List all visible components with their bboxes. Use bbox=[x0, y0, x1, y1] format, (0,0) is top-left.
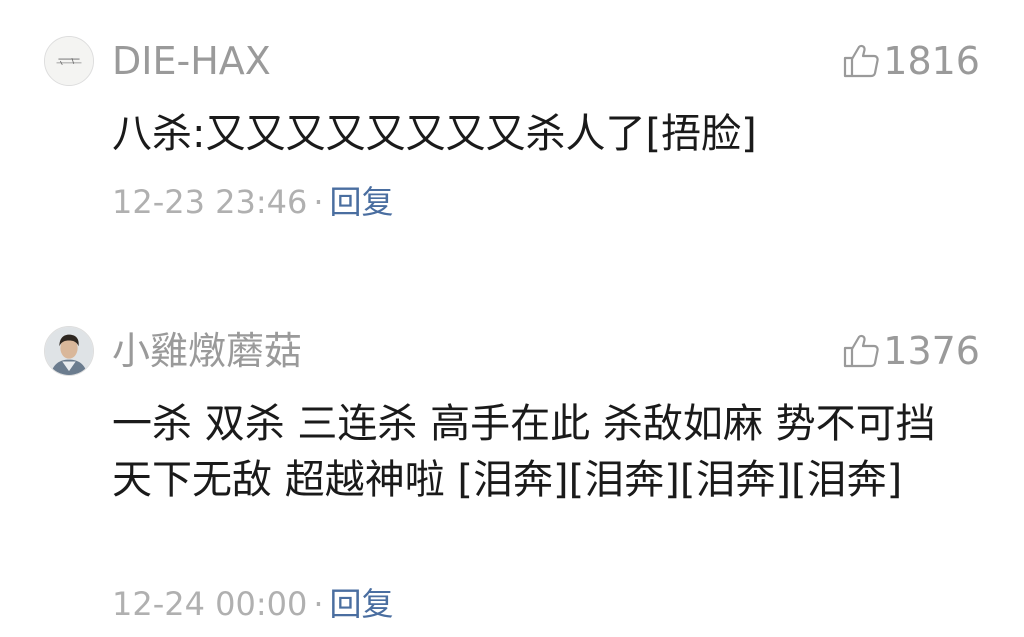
thumbs-up-icon bbox=[844, 44, 879, 78]
comment-item: DIE-HAX 1816 八杀:又又又又又又又又杀人了[捂脸] 12-23 23… bbox=[0, 0, 1024, 260]
comment-text: 一杀 双杀 三连杀 高手在此 杀敌如麻 势不可挡 天下无敌 超越神啦 [泪奔][… bbox=[112, 401, 936, 503]
username[interactable]: 小雞燉蘑菇 bbox=[112, 328, 302, 374]
meta-separator: · bbox=[313, 585, 324, 623]
comment-list: DIE-HAX 1816 八杀:又又又又又又又又杀人了[捂脸] 12-23 23… bbox=[0, 0, 1024, 637]
avatar[interactable] bbox=[44, 326, 94, 376]
avatar[interactable] bbox=[44, 36, 94, 86]
avatar-person-icon bbox=[45, 327, 93, 375]
comment-meta: 12-23 23:46 · 回复 bbox=[112, 182, 394, 222]
timestamp: 12-23 23:46 bbox=[112, 183, 308, 221]
reply-button[interactable]: 回复 bbox=[330, 585, 394, 623]
comment-text: 八杀:又又又又又又又又杀人了[捂脸] bbox=[112, 111, 757, 157]
like-count: 1816 bbox=[883, 39, 980, 83]
comment-item: 小雞燉蘑菇 1376 一杀 双杀 三连杀 高手在此 杀敌如麻 势不可挡 天下无敌… bbox=[0, 290, 1024, 637]
timestamp: 12-24 00:00 bbox=[112, 585, 308, 623]
reply-button[interactable]: 回复 bbox=[330, 183, 394, 221]
meta-separator: · bbox=[313, 183, 324, 221]
like-count: 1376 bbox=[883, 329, 980, 373]
like-button[interactable]: 1376 bbox=[841, 328, 980, 374]
thumbs-up-icon bbox=[844, 334, 879, 368]
username[interactable]: DIE-HAX bbox=[112, 38, 271, 84]
avatar-calligraphy-icon bbox=[45, 37, 93, 85]
comment-meta: 12-24 00:00 · 回复 bbox=[112, 584, 394, 624]
like-button[interactable]: 1816 bbox=[841, 38, 980, 84]
